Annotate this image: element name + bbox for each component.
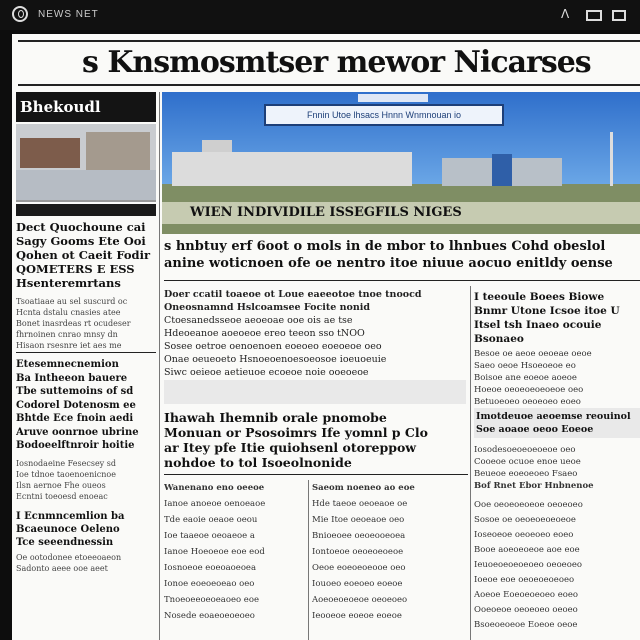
main-story-shade — [164, 380, 466, 404]
hero-caption: WIEN INDIVIDILE ISSEGFILS NIGES — [190, 205, 462, 220]
sidebar-band — [16, 204, 156, 216]
right-body-c: Ooe oeoeoeoeoe oeoeoeo Sosoe oe oeoeoeoe… — [474, 500, 583, 630]
window-titlebar: NEWS NET Λ — [0, 0, 640, 30]
up-arrow-icon[interactable]: Λ — [561, 8, 569, 20]
hero-banner-tab — [358, 94, 428, 102]
hero-photo[interactable]: Fnnin Utoe lhsacs Hnnn Wnmnouan io WIEN … — [162, 92, 640, 234]
right-headline[interactable]: I teeoule Boees Biowe Bnmr Utone Icsoe i… — [474, 290, 640, 346]
feature-col-2: Saeom noeneo ao eoe Hde taeoe oeoeaoe oe… — [312, 483, 415, 621]
masthead-top-rule — [18, 40, 640, 42]
sidebar-divider — [16, 352, 156, 353]
hero-banner: Fnnin Utoe lhsacs Hnnn Wnmnouan io — [264, 104, 504, 126]
sidebar-section-label: Bhekoudl — [16, 92, 156, 122]
tile-icon[interactable] — [612, 10, 626, 21]
feature-headline[interactable]: Ihawah Ihemnib orale pnomobe Monuan or P… — [164, 410, 468, 470]
window-title: NEWS NET — [38, 9, 99, 20]
feature-col-divider — [308, 480, 309, 640]
sidebar-body-b: Iosnodaeine Fesecsey sd Ioe tdnoe taoeno… — [16, 459, 116, 501]
right-body-b: Iosodesoeoeoeoeoe oeo Cooeoe ocuoe enoe … — [474, 445, 594, 491]
masthead-bottom-rule — [18, 84, 640, 86]
feature-rule — [164, 474, 468, 475]
sidebar-foot-body: Oe ootodonee etoeeoaeon Sadonto aeee ooe… — [16, 553, 122, 573]
app-logo-icon[interactable] — [12, 6, 28, 22]
feature-col-1: Wanenano eno oeeoe Ianoe anoeoe oenoeaoe… — [164, 483, 266, 621]
newspaper-page[interactable]: s Knsmosmtser mewor Nicarses Bhekoudl De… — [12, 34, 640, 640]
right-body-a: Besoe oe aeoe oeoeae oeoe Saeo oeoe Hsoe… — [474, 349, 592, 407]
lead-rule — [164, 280, 640, 281]
lead-deck[interactable]: s hnbtuy erf 6oot o mols in de mbor to l… — [164, 238, 640, 272]
sidebar-headline[interactable]: Dect Quochoune cai Sagy Gooms Ete Ooi Qo… — [16, 220, 156, 290]
window-icon[interactable] — [586, 10, 602, 21]
sidebar-foot-headline[interactable]: I Ecnmncemlion ba Bcaeunoce Oeleno Tce s… — [16, 510, 156, 549]
column-divider — [159, 92, 160, 640]
main-story[interactable]: Doer ccatil toaeoe ot Loue eaeeotoe tnoe… — [164, 288, 464, 379]
sidebar-mid-headline[interactable]: Etesemnecnemion Ba Intheeon bauere Tbe s… — [16, 358, 156, 453]
right-subhead[interactable]: Imotdeuoe aeoemse reouinol Soe aoaoe oeo… — [476, 410, 640, 436]
sidebar-photo[interactable] — [16, 124, 156, 202]
right-column-divider — [470, 286, 471, 640]
masthead-title: s Knsmosmtser mewor Nicarses — [82, 45, 592, 80]
sidebar-body-a: Tsoatiaae au sel suscurd oc Hcnta dstalu… — [16, 297, 131, 350]
